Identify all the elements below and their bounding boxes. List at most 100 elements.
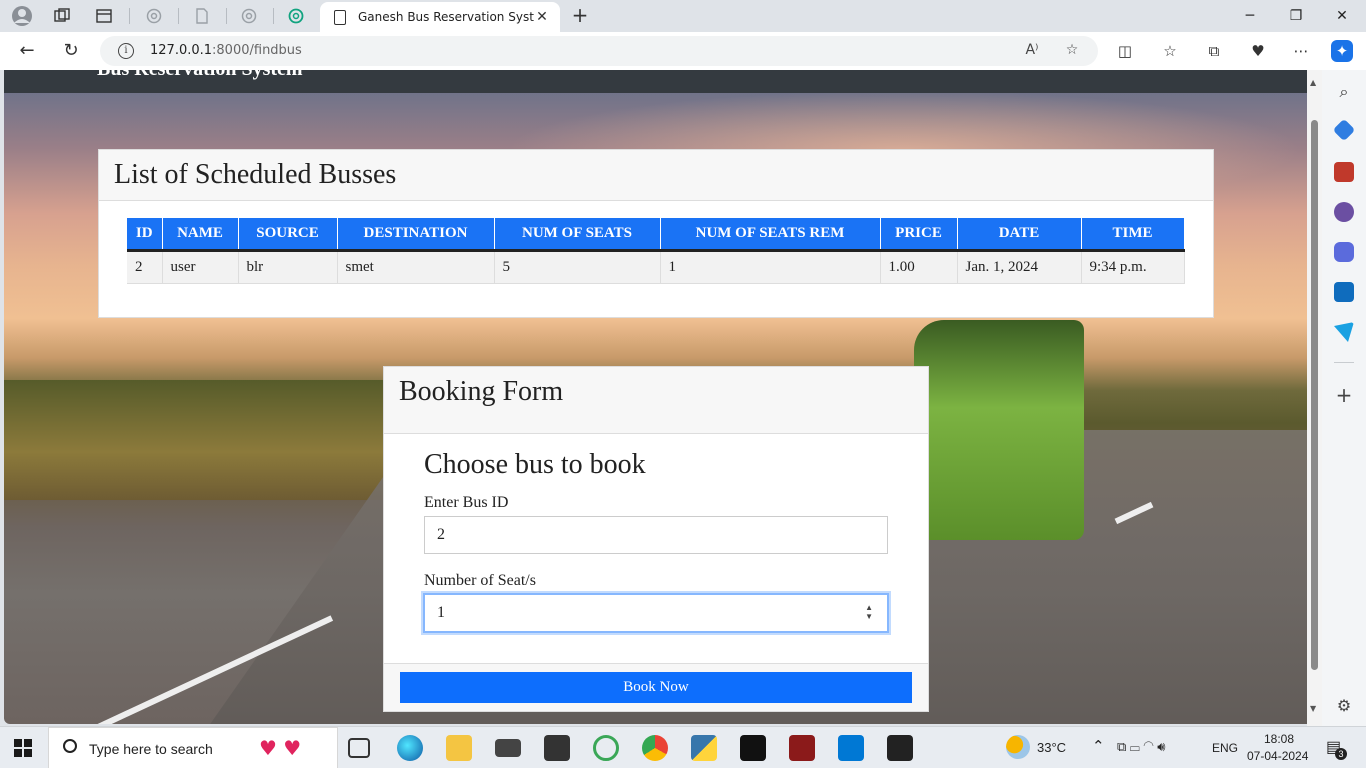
col-header-price[interactable]: PRICE [880,218,958,252]
favorite-star-icon[interactable]: ☆ [1062,42,1082,60]
col-header-time[interactable]: TIME [1081,218,1185,252]
weather-icon[interactable] [1006,735,1030,759]
scroll-down-icon[interactable]: ▼ [1310,704,1316,713]
col-header-id[interactable]: ID [127,218,163,252]
address-row: ← ↻ i 127.0.0.1:8000/findbus A⁾ ☆ ◫ ☆ ⧉ … [0,32,1366,70]
booking-card-title: Booking Form [384,367,928,434]
python-icon[interactable] [691,735,717,761]
seats-label: Number of Seat/s [424,572,536,589]
pinned-tab-chatgpt-icon-2[interactable] [237,4,261,28]
command-prompt-icon[interactable] [740,735,766,761]
nav-brand[interactable]: Bus Reservation System [97,70,303,81]
collections-icon[interactable]: ⧉ [1203,40,1225,62]
cell-id: 2 [127,250,163,284]
search-highlight-icon: ♥ ♥ [259,736,302,760]
mail-icon[interactable] [495,739,521,757]
vscode-icon[interactable] [838,735,864,761]
browser-essentials-icon[interactable]: ♥ [1247,40,1269,62]
sidebar-search-icon[interactable]: ⌕ [1334,82,1354,102]
scrollbar-thumb[interactable] [1311,120,1318,670]
cell-num-seats-rem: 1 [660,250,881,284]
minimize-icon[interactable]: ─ [1230,4,1270,28]
tray-chevron-icon[interactable]: ⌃ [1092,737,1105,755]
col-header-date[interactable]: DATE [957,218,1082,252]
spinner-app-icon[interactable] [593,735,619,761]
background-bus-image [914,320,1084,540]
scroll-up-icon[interactable]: ▲ [1310,78,1316,87]
col-header-name[interactable]: NAME [162,218,239,252]
schedule-card-title: List of Scheduled Busses [99,150,1213,201]
workspaces-icon[interactable] [50,4,74,28]
edge-taskbar-icon[interactable] [397,735,423,761]
address-bar[interactable]: i 127.0.0.1:8000/findbus A⁾ ☆ [100,36,1098,66]
clock-date[interactable]: 07-04-2024 [1247,749,1308,763]
cell-price: 1.00 [880,250,958,284]
booking-form-heading: Choose bus to book [424,449,646,480]
table-header-row: ID NAME SOURCE DESTINATION NUM OF SEATS … [127,218,1185,252]
photos-icon[interactable] [887,735,913,761]
browser-sidebar: ⌕ + ⚙ [1322,70,1366,726]
taskbar-search[interactable]: Type here to search ♥ ♥ [48,727,338,768]
sidebar-shopping-icon[interactable] [1332,118,1356,142]
pinned-tab-document-icon[interactable] [190,4,214,28]
file-explorer-icon[interactable] [446,735,472,761]
table-row: 2 user blr smet 5 1 1.00 Jan. 1, 2024 9:… [127,250,1185,284]
sidebar-drop-icon[interactable] [1334,322,1354,342]
sidebar-settings-icon[interactable]: ⚙ [1334,696,1354,716]
bus-id-input[interactable]: 2 [424,516,888,554]
sidebar-copilot-icon[interactable] [1334,242,1354,262]
number-spinner-icon[interactable]: ▲ ▼ [865,603,873,621]
sidebar-games-icon[interactable] [1334,202,1354,222]
profile-icon[interactable] [10,4,34,28]
sidebar-tools-icon[interactable] [1334,162,1354,182]
weather-temp[interactable]: 33°C [1037,740,1066,755]
book-now-button[interactable]: Book Now [400,672,912,703]
new-tab-icon[interactable]: + [568,4,592,28]
schedule-card: List of Scheduled Busses ID NAME SOURCE … [98,149,1214,318]
pinned-tab-chatgpt-icon[interactable] [142,4,166,28]
taskbar-search-placeholder: Type here to search [89,741,213,757]
col-header-destination[interactable]: DESTINATION [337,218,495,252]
booking-card: Booking Form Choose bus to book Enter Bu… [383,366,929,712]
notification-count-badge: 3 [1335,748,1347,760]
favorites-icon[interactable]: ☆ [1159,40,1181,62]
sidebar-outlook-icon[interactable] [1334,282,1354,302]
chrome-icon[interactable] [642,735,668,761]
tab-actions-icon[interactable] [92,4,116,28]
terminal-app-icon[interactable] [544,735,570,761]
read-aloud-icon[interactable]: A⁾ [1022,42,1042,60]
seats-number-input[interactable]: 1 ▲ ▼ [423,593,889,633]
sidebar-add-icon[interactable]: + [1334,385,1354,406]
restore-icon[interactable]: ❐ [1276,4,1316,28]
close-window-icon[interactable]: ✕ [1322,4,1362,28]
page-viewport: Bus Reservation System List of Scheduled… [4,70,1307,724]
col-header-num-seats[interactable]: NUM OF SEATS [494,218,661,252]
back-icon[interactable]: ← [14,39,40,63]
url-text[interactable]: 127.0.0.1:8000/findbus [150,43,302,58]
copilot-icon[interactable]: ✦ [1331,40,1353,62]
pinned-tab-chatgpt-icon-3[interactable] [284,4,308,28]
refresh-icon[interactable]: ↻ [58,39,84,63]
active-tab[interactable]: Ganesh Bus Reservation System ✕ [320,2,560,32]
site-info-icon[interactable]: i [118,43,134,59]
windows-taskbar: Type here to search ♥ ♥ 33°C ⌃ ⧉ ▭ ◠ 🔊︎ … [0,726,1366,768]
more-menu-icon[interactable]: ⋯ [1290,40,1312,62]
close-tab-icon[interactable]: ✕ [534,9,550,25]
browser-tab-strip: Ganesh Bus Reservation System ✕ + ─ ❐ ✕ [0,0,1366,32]
booking-card-footer: Book Now [384,663,928,711]
task-view-icon[interactable] [348,738,370,758]
winrar-icon[interactable] [789,735,815,761]
active-tab-title: Ganesh Bus Reservation System [358,10,534,24]
col-header-source[interactable]: SOURCE [238,218,338,252]
cell-destination: smet [337,250,495,284]
start-button-icon[interactable] [14,739,32,757]
top-navbar: Bus Reservation System [4,70,1307,93]
tray-icons[interactable]: ⧉ ▭ ◠ 🔊︎ [1117,739,1165,755]
language-indicator[interactable]: ENG [1212,741,1238,755]
clock-time[interactable]: 18:08 [1264,732,1294,746]
page-scrollbar[interactable]: ▲ ▼ [1307,70,1322,726]
scheduled-busses-table: ID NAME SOURCE DESTINATION NUM OF SEATS … [127,218,1185,284]
col-header-num-seats-rem[interactable]: NUM OF SEATS REM [660,218,881,252]
cell-date: Jan. 1, 2024 [957,250,1082,284]
split-screen-icon[interactable]: ◫ [1114,40,1136,62]
